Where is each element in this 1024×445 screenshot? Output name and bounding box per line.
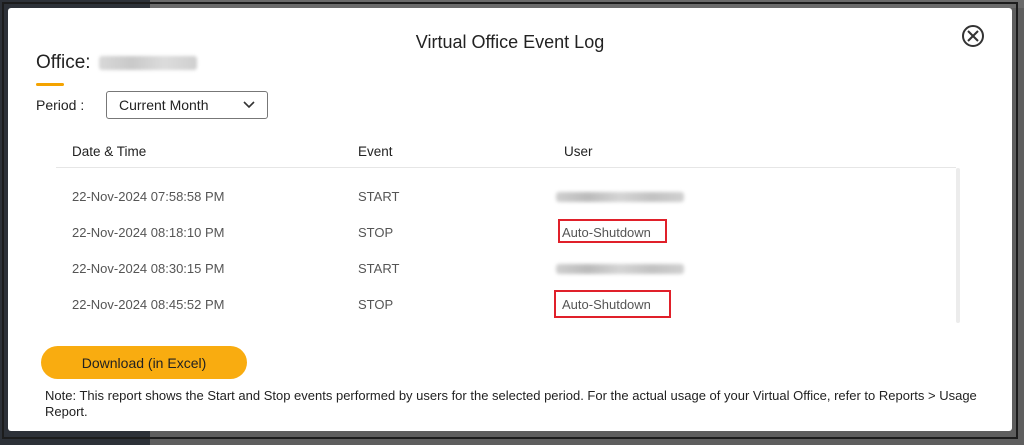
table-scrollbar[interactable] [956,168,960,323]
modal-title: Virtual Office Event Log [415,32,605,52]
cell-event: STOP [358,297,394,312]
highlight-box [558,219,667,243]
header-date-time: Date & Time [72,144,147,159]
period-dropdown[interactable]: Current Month [106,91,268,119]
header-user: User [564,144,593,159]
cell-event: START [358,189,400,204]
close-icon [967,30,979,42]
cell-datetime: 22-Nov-2024 08:30:15 PM [72,261,225,276]
table-row: 22-Nov-2024 08:30:15 PM START [56,250,956,286]
cell-event: START [358,261,400,276]
cell-datetime: 22-Nov-2024 07:58:58 PM [72,189,225,204]
header-event: Event [358,144,393,159]
table-row: 22-Nov-2024 07:58:58 PM START [56,178,956,214]
cell-datetime: 22-Nov-2024 08:18:10 PM [72,225,225,240]
period-label: Period : [36,97,85,113]
cell-datetime: 22-Nov-2024 08:45:52 PM [72,297,225,312]
cell-user-redacted [556,264,684,274]
highlight-box [554,290,671,318]
report-note: Note: This report shows the Start and St… [45,388,977,419]
close-button[interactable] [962,25,984,47]
cell-event: STOP [358,225,394,240]
download-excel-button[interactable]: Download (in Excel) [41,346,247,379]
office-name-redacted [98,56,197,70]
table-header: Date & Time Event User [56,139,956,168]
office-underline [36,83,64,86]
event-log-modal: Virtual Office Event Log Office: Period … [8,8,1012,431]
table-row: 22-Nov-2024 08:45:52 PM STOP Auto-Shutdo… [56,286,956,322]
period-selected-value: Current Month [119,97,209,113]
background-app-header [150,0,1024,8]
period-row: Period : Current Month [36,91,268,119]
chevron-down-icon [243,101,255,109]
table-body: 22-Nov-2024 07:58:58 PM START 22-Nov-202… [56,178,956,328]
office-label: Office: [36,52,91,73]
cell-user-redacted [556,192,684,202]
office-row: Office: [36,52,197,74]
table-row: 22-Nov-2024 08:18:10 PM STOP Auto-Shutdo… [56,214,956,250]
